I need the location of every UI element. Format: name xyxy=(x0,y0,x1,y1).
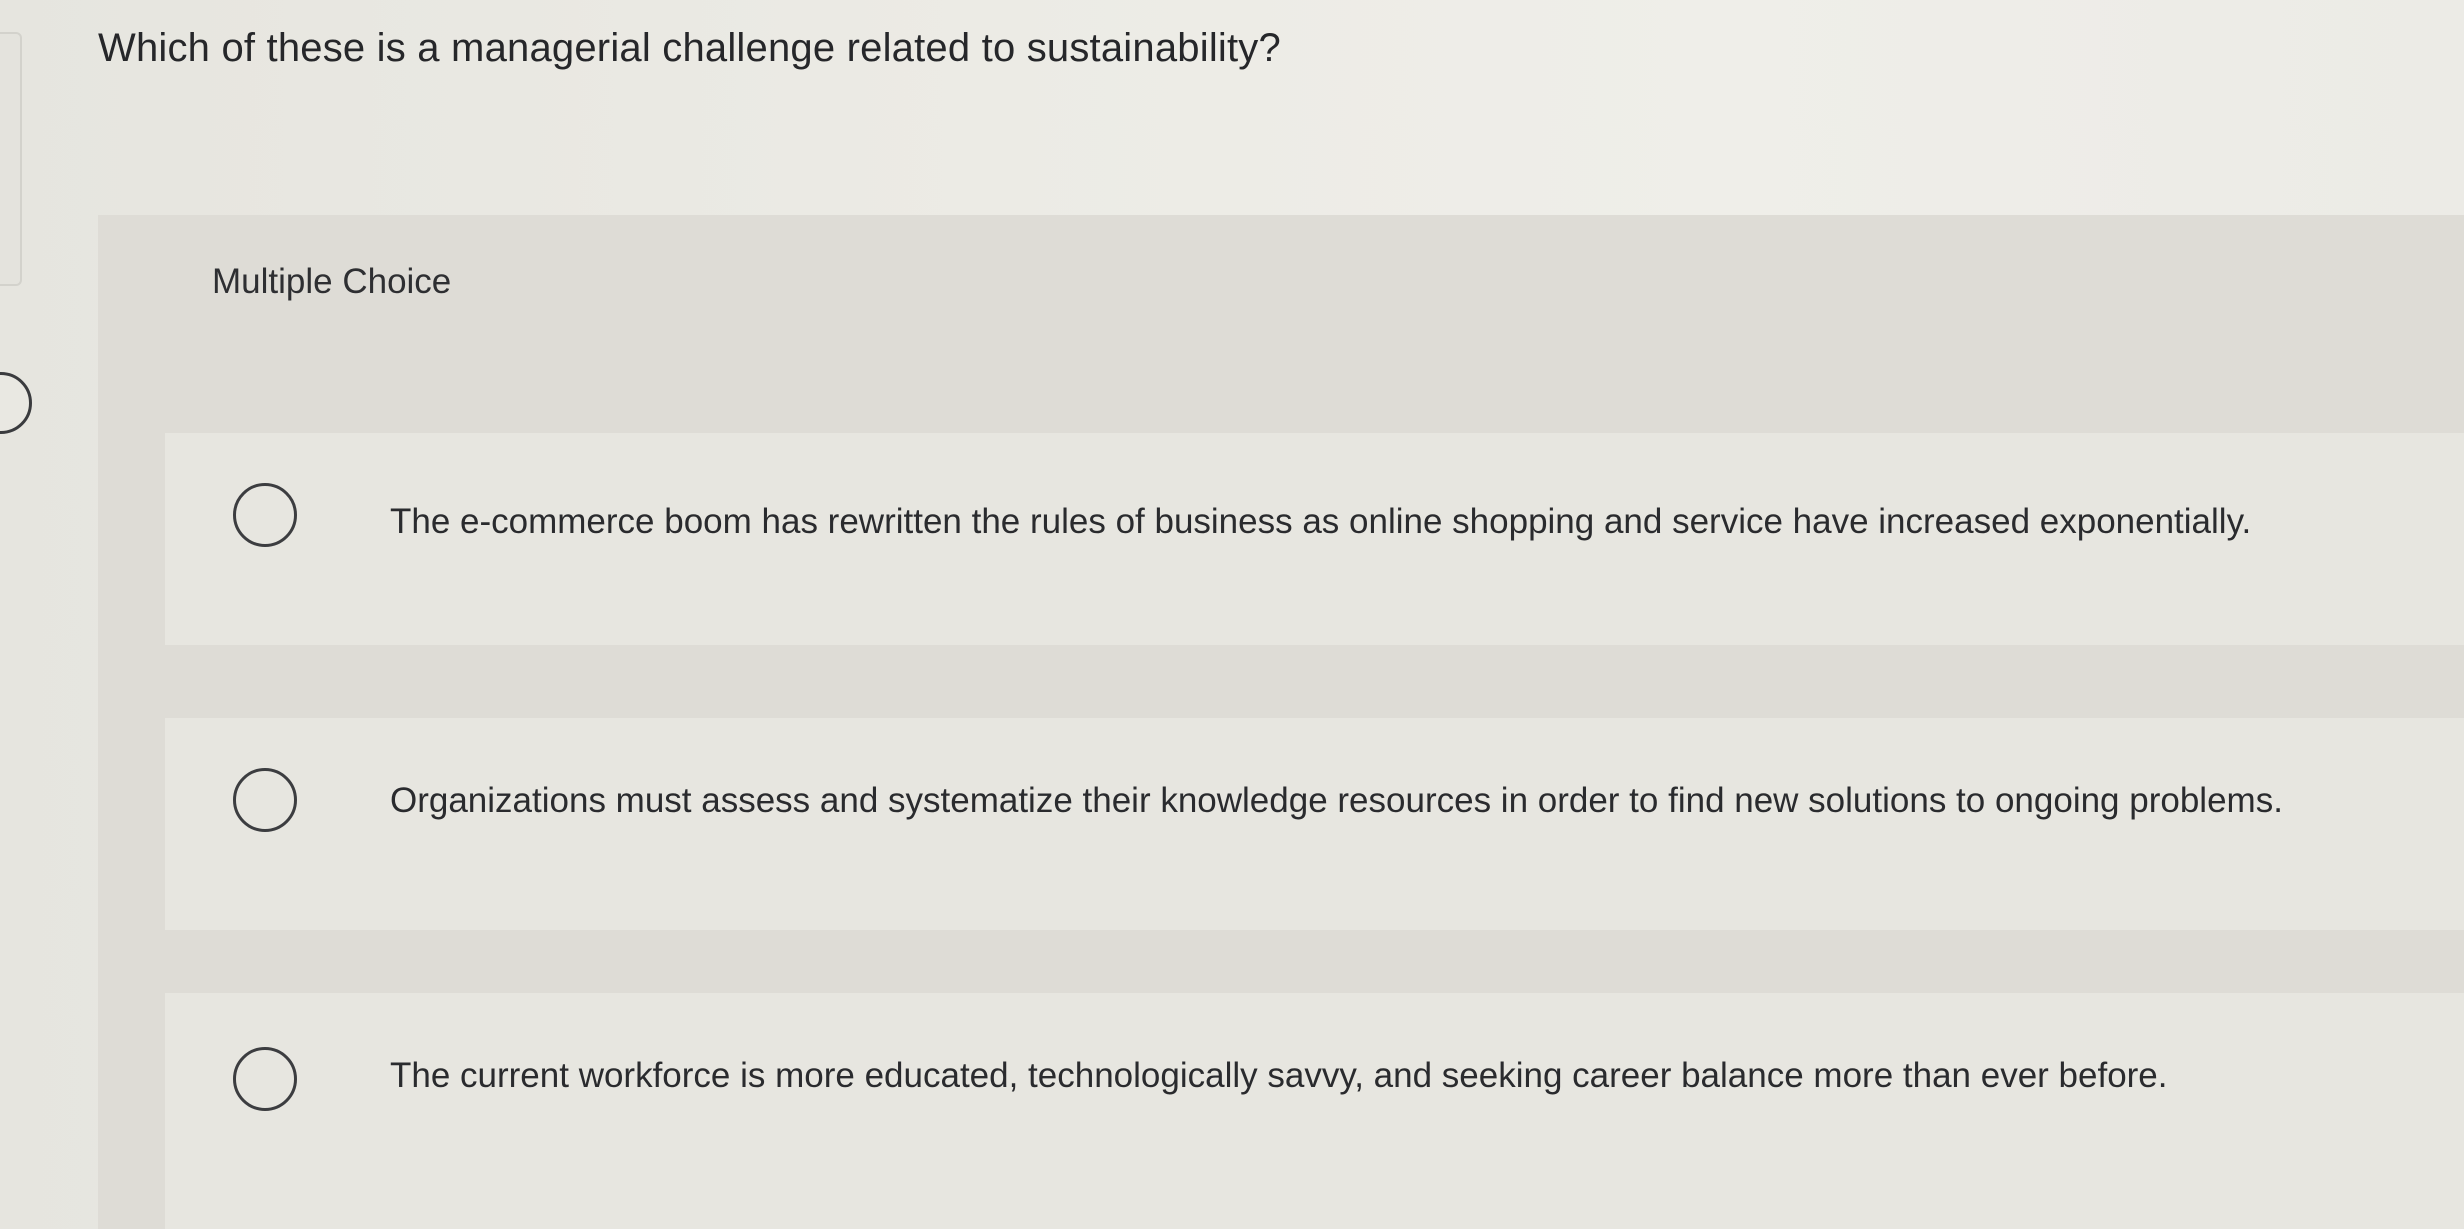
answer-option-1[interactable]: The e-commerce boom has rewritten the ru… xyxy=(165,433,2464,645)
answer-option-3[interactable]: The current workforce is more educated, … xyxy=(165,993,2464,1229)
radio-button-option-2[interactable] xyxy=(233,768,297,832)
side-nav-button-edge[interactable] xyxy=(0,372,32,434)
question-type-label: Multiple Choice xyxy=(212,262,452,301)
option-1-text[interactable]: The e-commerce boom has rewritten the ru… xyxy=(390,499,2380,545)
side-panel-edge xyxy=(0,32,22,286)
option-2-text[interactable]: Organizations must assess and systematiz… xyxy=(390,778,2380,824)
radio-button-option-3[interactable] xyxy=(233,1047,297,1111)
option-3-text[interactable]: The current workforce is more educated, … xyxy=(390,1053,2380,1099)
radio-button-option-1[interactable] xyxy=(233,483,297,547)
question-text: Which of these is a managerial challenge… xyxy=(98,26,1281,70)
quiz-page: Which of these is a managerial challenge… xyxy=(0,0,2464,1229)
answer-option-2[interactable]: Organizations must assess and systematiz… xyxy=(165,718,2464,930)
